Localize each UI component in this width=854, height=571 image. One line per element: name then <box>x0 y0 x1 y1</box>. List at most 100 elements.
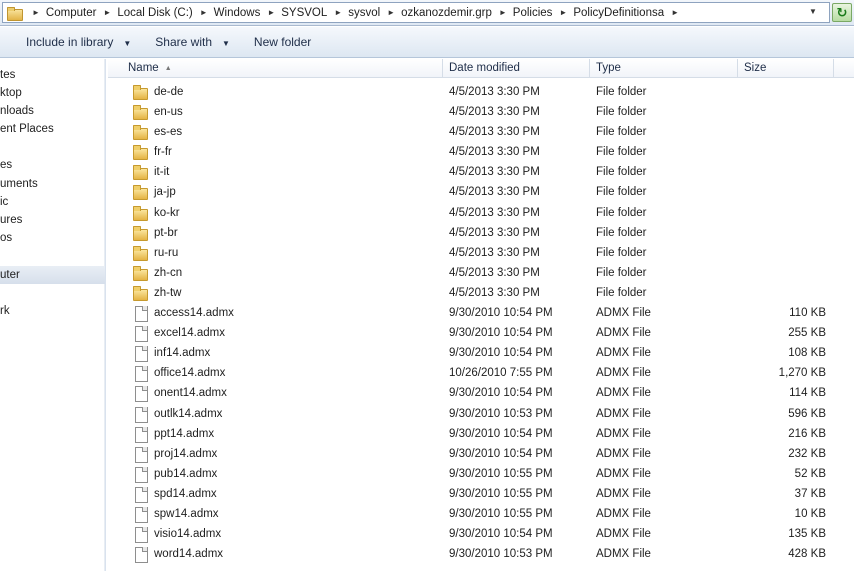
breadcrumb-chevron-icon[interactable]: ► <box>25 8 46 17</box>
file-row[interactable]: onent14.admx 9/30/2010 10:54 PM ADMX File 1… <box>108 383 854 403</box>
include-in-library-button[interactable]: Include in library ▼ <box>18 30 139 54</box>
column-header-name[interactable]: Name ▲ <box>122 59 443 78</box>
file-row[interactable]: fr-fr 4/5/2013 3:30 PM File folder <box>108 142 854 162</box>
breadcrumb-item[interactable]: Computer <box>46 7 97 19</box>
file-name: spw14.admx <box>154 507 219 520</box>
new-folder-button[interactable]: New folder <box>246 30 319 54</box>
nav-item[interactable]: uments <box>0 175 105 193</box>
file-size: 216 KB <box>788 427 826 440</box>
file-row[interactable]: ru-ru 4/5/2013 3:30 PM File folder <box>108 243 854 263</box>
column-header-type[interactable]: Type <box>590 59 738 78</box>
breadcrumb-chevron-icon[interactable]: ► <box>260 8 281 17</box>
file-row[interactable]: proj14.admx 9/30/2010 10:54 PM ADMX File 23… <box>108 444 854 464</box>
breadcrumb-chevron-icon[interactable]: ► <box>96 8 117 17</box>
file-type: ADMX File <box>596 447 651 460</box>
file-row[interactable]: it-it 4/5/2013 3:30 PM File folder <box>108 162 854 182</box>
breadcrumb-item[interactable]: Policies <box>513 7 553 19</box>
nav-item[interactable]: os <box>0 229 105 247</box>
share-with-button[interactable]: Share with ▼ <box>147 30 238 54</box>
column-header-name-label: Name <box>128 62 159 74</box>
file-row[interactable]: inf14.admx 9/30/2010 10:54 PM ADMX File 108… <box>108 343 854 363</box>
file-name: zh-cn <box>154 266 183 279</box>
file-row[interactable]: pt-br 4/5/2013 3:30 PM File folder <box>108 223 854 243</box>
file-type: File folder <box>596 186 647 199</box>
nav-item[interactable]: ktop <box>0 84 105 102</box>
file-row[interactable]: es-es 4/5/2013 3:30 PM File folder <box>108 122 854 142</box>
nav-item[interactable]: ures <box>0 211 105 229</box>
file-name: visio14.admx <box>154 528 222 541</box>
nav-item[interactable]: es <box>0 156 105 174</box>
breadcrumb-item[interactable]: ozkanozdemir.grp <box>401 7 492 19</box>
nav-item[interactable]: nloads <box>0 102 105 120</box>
file-size <box>738 203 826 223</box>
file-type: ADMX File <box>596 528 651 541</box>
file-row[interactable]: visio14.admx 9/30/2010 10:54 PM ADMX File 1… <box>108 524 854 544</box>
nav-item[interactable]: tes <box>0 66 105 84</box>
nav-item[interactable]: ent Places <box>0 120 105 138</box>
file-row[interactable]: en-us 4/5/2013 3:30 PM File folder <box>108 102 854 122</box>
file-size: 135 KB <box>788 528 826 541</box>
breadcrumb-chevron-icon[interactable]: ► <box>492 8 513 17</box>
file-size: 10 KB <box>794 507 826 520</box>
folder-icon <box>132 184 148 201</box>
file-date-modified: 9/30/2010 10:54 PM <box>449 447 553 460</box>
file-row[interactable]: ppt14.admx 9/30/2010 10:54 PM ADMX File 216… <box>108 424 854 444</box>
breadcrumb-item[interactable]: Windows <box>214 7 261 19</box>
breadcrumb-chevron-icon[interactable]: ► <box>327 8 348 17</box>
file-row[interactable]: spw14.admx 9/30/2010 10:55 PM ADMX File 10 … <box>108 504 854 524</box>
file-name: it-it <box>154 166 170 179</box>
command-toolbar: Include in library ▼ Share with ▼ New fold… <box>0 27 854 58</box>
nav-item[interactable]: rk <box>0 302 105 320</box>
navigation-pane: tes ktop nloads ent Places es uments ic ures os u… <box>0 59 106 571</box>
breadcrumb-item[interactable]: PolicyDefinitionsa <box>573 7 664 19</box>
breadcrumb-item[interactable]: SYSVOL <box>281 7 327 19</box>
file-row[interactable]: pub14.admx 9/30/2010 10:55 PM ADMX File 52 … <box>108 464 854 484</box>
file-date-modified: 9/30/2010 10:55 PM <box>449 487 553 500</box>
file-row[interactable]: ko-kr 4/5/2013 3:30 PM File folder <box>108 203 854 223</box>
nav-item[interactable]: uter <box>0 266 105 284</box>
file-list: Name ▲ Date modified Type Size de-de 4/5/2… <box>108 59 854 571</box>
file-size <box>738 263 826 283</box>
file-date-modified: 9/30/2010 10:53 PM <box>449 548 553 561</box>
file-size <box>738 223 826 243</box>
file-row[interactable]: zh-cn 4/5/2013 3:30 PM File folder <box>108 263 854 283</box>
file-row[interactable]: outlk14.admx 9/30/2010 10:53 PM ADMX File 5… <box>108 404 854 424</box>
file-row[interactable]: word14.admx 9/30/2010 10:53 PM ADMX File 42… <box>108 544 854 564</box>
file-date-modified: 4/5/2013 3:30 PM <box>449 126 540 139</box>
breadcrumb-item[interactable]: Local Disk (C:) <box>117 7 192 19</box>
file-size <box>738 102 826 122</box>
breadcrumb[interactable]: ► Computer ► Local Disk (C:) ► Windows ► SYSVOL… <box>2 2 830 23</box>
file-name: ru-ru <box>154 246 179 259</box>
address-history-dropdown[interactable]: ▼ <box>802 2 824 22</box>
file-name: spd14.admx <box>154 487 217 500</box>
breadcrumb-chevron-icon[interactable]: ► <box>664 8 685 17</box>
file-type: ADMX File <box>596 427 651 440</box>
file-date-modified: 9/30/2010 10:54 PM <box>449 387 553 400</box>
file-row[interactable]: ja-jp 4/5/2013 3:30 PM File folder <box>108 182 854 202</box>
file-row[interactable]: de-de 4/5/2013 3:30 PM File folder <box>108 82 854 102</box>
breadcrumb-item[interactable]: sysvol <box>348 7 380 19</box>
file-row[interactable]: office14.admx 10/26/2010 7:55 PM ADMX File… <box>108 363 854 383</box>
file-size <box>738 283 826 303</box>
column-header-size[interactable]: Size <box>738 59 834 78</box>
breadcrumb-chevron-icon[interactable]: ► <box>552 8 573 17</box>
breadcrumb-chevron-icon[interactable]: ► <box>380 8 401 17</box>
file-row[interactable]: access14.admx 9/30/2010 10:54 PM ADMX File… <box>108 303 854 323</box>
file-size <box>738 243 826 263</box>
address-bar: ► Computer ► Local Disk (C:) ► Windows ► SYSVOL… <box>0 0 854 26</box>
file-date-modified: 9/30/2010 10:55 PM <box>449 467 553 480</box>
file-row[interactable]: excel14.admx 9/30/2010 10:54 PM ADMX File 2… <box>108 323 854 343</box>
file-type: ADMX File <box>596 307 651 320</box>
breadcrumb-chevron-icon[interactable]: ► <box>193 8 214 17</box>
refresh-button[interactable]: ↻ <box>832 3 852 22</box>
file-type: ADMX File <box>596 367 651 380</box>
file-date-modified: 4/5/2013 3:30 PM <box>449 106 540 119</box>
file-date-modified: 4/5/2013 3:30 PM <box>449 266 540 279</box>
file-row[interactable]: zh-tw 4/5/2013 3:30 PM File folder <box>108 283 854 303</box>
file-size: 255 KB <box>788 327 826 340</box>
nav-item[interactable]: ic <box>0 193 105 211</box>
column-header-date-modified[interactable]: Date modified <box>443 59 590 78</box>
file-type: File folder <box>596 226 647 239</box>
file-row[interactable]: spd14.admx 9/30/2010 10:55 PM ADMX File 37 … <box>108 484 854 504</box>
file-name: es-es <box>154 126 183 139</box>
